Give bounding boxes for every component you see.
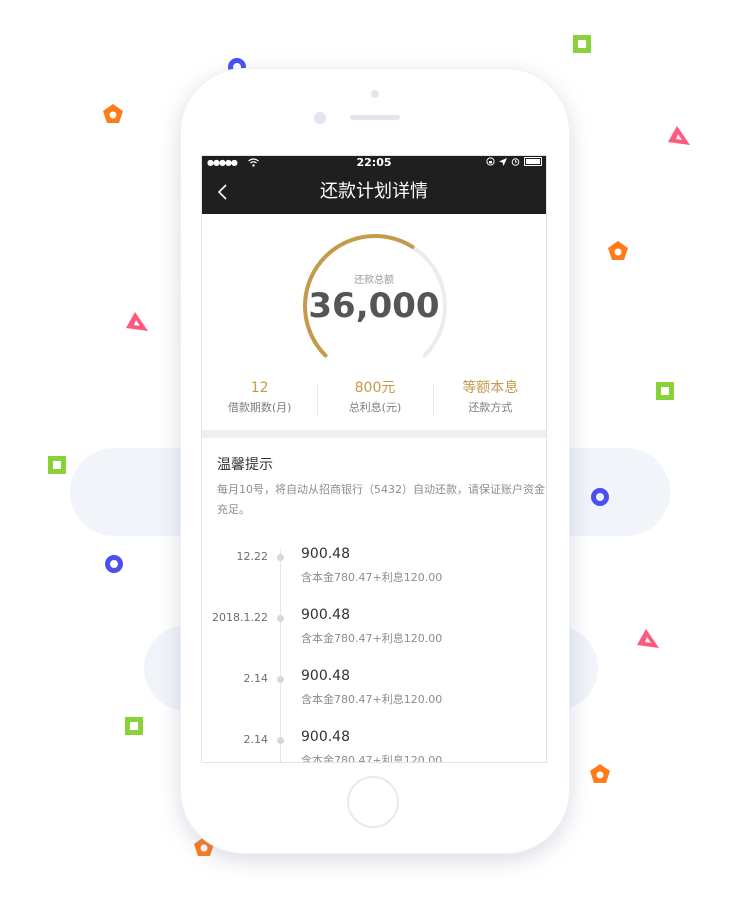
stat-method: 等额本息 还款方式: [432, 378, 546, 424]
schedule-date: 2.14: [243, 672, 269, 685]
stat-value: 等额本息: [462, 380, 519, 396]
green-square-icon: [125, 717, 143, 735]
stat-label: 借款期数(月): [227, 401, 292, 414]
schedule-row[interactable]: 2.14 900.48 含本金780.47+利息120.00: [202, 729, 546, 763]
location-icon: [499, 157, 507, 166]
schedule-amount: 900.48: [301, 546, 350, 562]
green-square-icon: [48, 456, 66, 474]
stat-label: 还款方式: [468, 401, 513, 414]
total-label: 还款总额: [354, 275, 394, 286]
pink-triangle-icon: [126, 312, 148, 331]
volume-up-button: [177, 228, 180, 282]
green-square-icon: [573, 35, 591, 53]
schedule-detail: 含本金780.47+利息120.00: [301, 632, 443, 645]
loan-stats: 12 借款期数(月) 800元 总利息(元) 等额本息 还款方式: [202, 378, 546, 424]
stat-label: 总利息(元): [348, 401, 402, 414]
pink-triangle-icon: [668, 126, 690, 145]
front-sensor: [371, 90, 379, 98]
schedule-amount: 900.48: [301, 729, 350, 745]
green-square-icon: [656, 382, 674, 400]
schedule-row[interactable]: 12.22 900.48 含本金780.47+利息120.00: [202, 546, 546, 598]
orange-pentagon-icon: [608, 241, 628, 260]
schedule-detail: 含本金780.47+利息120.00: [301, 754, 443, 763]
schedule-date: 2018.1.22: [212, 611, 268, 624]
status-icons: [486, 157, 542, 166]
blue-ring-icon: [105, 555, 123, 573]
total-value: 36,000: [308, 286, 440, 326]
app-screen: ●●●●● 22:05 还款计划详情 还款总额 36,000 12 借款期数(月…: [201, 155, 547, 763]
blue-ring-icon: [591, 488, 609, 506]
timeline-dot: [277, 615, 284, 622]
stat-interest: 800元 总利息(元): [317, 378, 432, 424]
section-divider: [202, 430, 546, 438]
phone-frame: ●●●●● 22:05 还款计划详情 还款总额 36,000 12 借款期数(月…: [177, 68, 572, 854]
schedule-detail: 含本金780.47+利息120.00: [301, 571, 443, 584]
status-bar: ●●●●● 22:05: [202, 156, 546, 170]
tip-title: 温馨提示: [217, 457, 273, 473]
orange-pentagon-icon: [103, 104, 123, 123]
front-camera: [314, 112, 326, 124]
stat-value: 800元: [354, 380, 396, 396]
orange-pentagon-icon: [590, 764, 610, 783]
pink-triangle-icon: [637, 629, 659, 648]
home-button[interactable]: [347, 776, 399, 828]
page-title: 还款计划详情: [320, 181, 428, 202]
lock-rotation-icon: [486, 157, 495, 166]
schedule-date: 12.22: [236, 550, 269, 563]
schedule-amount: 900.48: [301, 668, 350, 684]
nav-bar: 还款计划详情: [202, 170, 546, 214]
schedule-amount: 900.48: [301, 607, 350, 623]
timeline-dot: [277, 676, 284, 683]
stat-term: 12 借款期数(月): [202, 378, 317, 424]
timeline-dot: [277, 737, 284, 744]
schedule-detail: 含本金780.47+利息120.00: [301, 693, 443, 706]
tip-text: 每月10号，将自动从招商银行（5432）自动还款，请保证账户资金充足。: [217, 483, 545, 516]
alarm-icon: [511, 158, 520, 166]
timeline-dot: [277, 554, 284, 561]
stat-value: 12: [250, 380, 269, 396]
schedule-date: 2.14: [243, 733, 269, 746]
schedule-row[interactable]: 2018.1.22 900.48 含本金780.47+利息120.00: [202, 607, 546, 659]
battery-icon: [524, 157, 542, 166]
volume-down-button: [177, 296, 180, 350]
mute-switch: [177, 176, 180, 204]
earpiece-speaker: [350, 115, 400, 120]
power-button: [569, 248, 572, 310]
schedule-row[interactable]: 2.14 900.48 含本金780.47+利息120.00: [202, 668, 546, 720]
